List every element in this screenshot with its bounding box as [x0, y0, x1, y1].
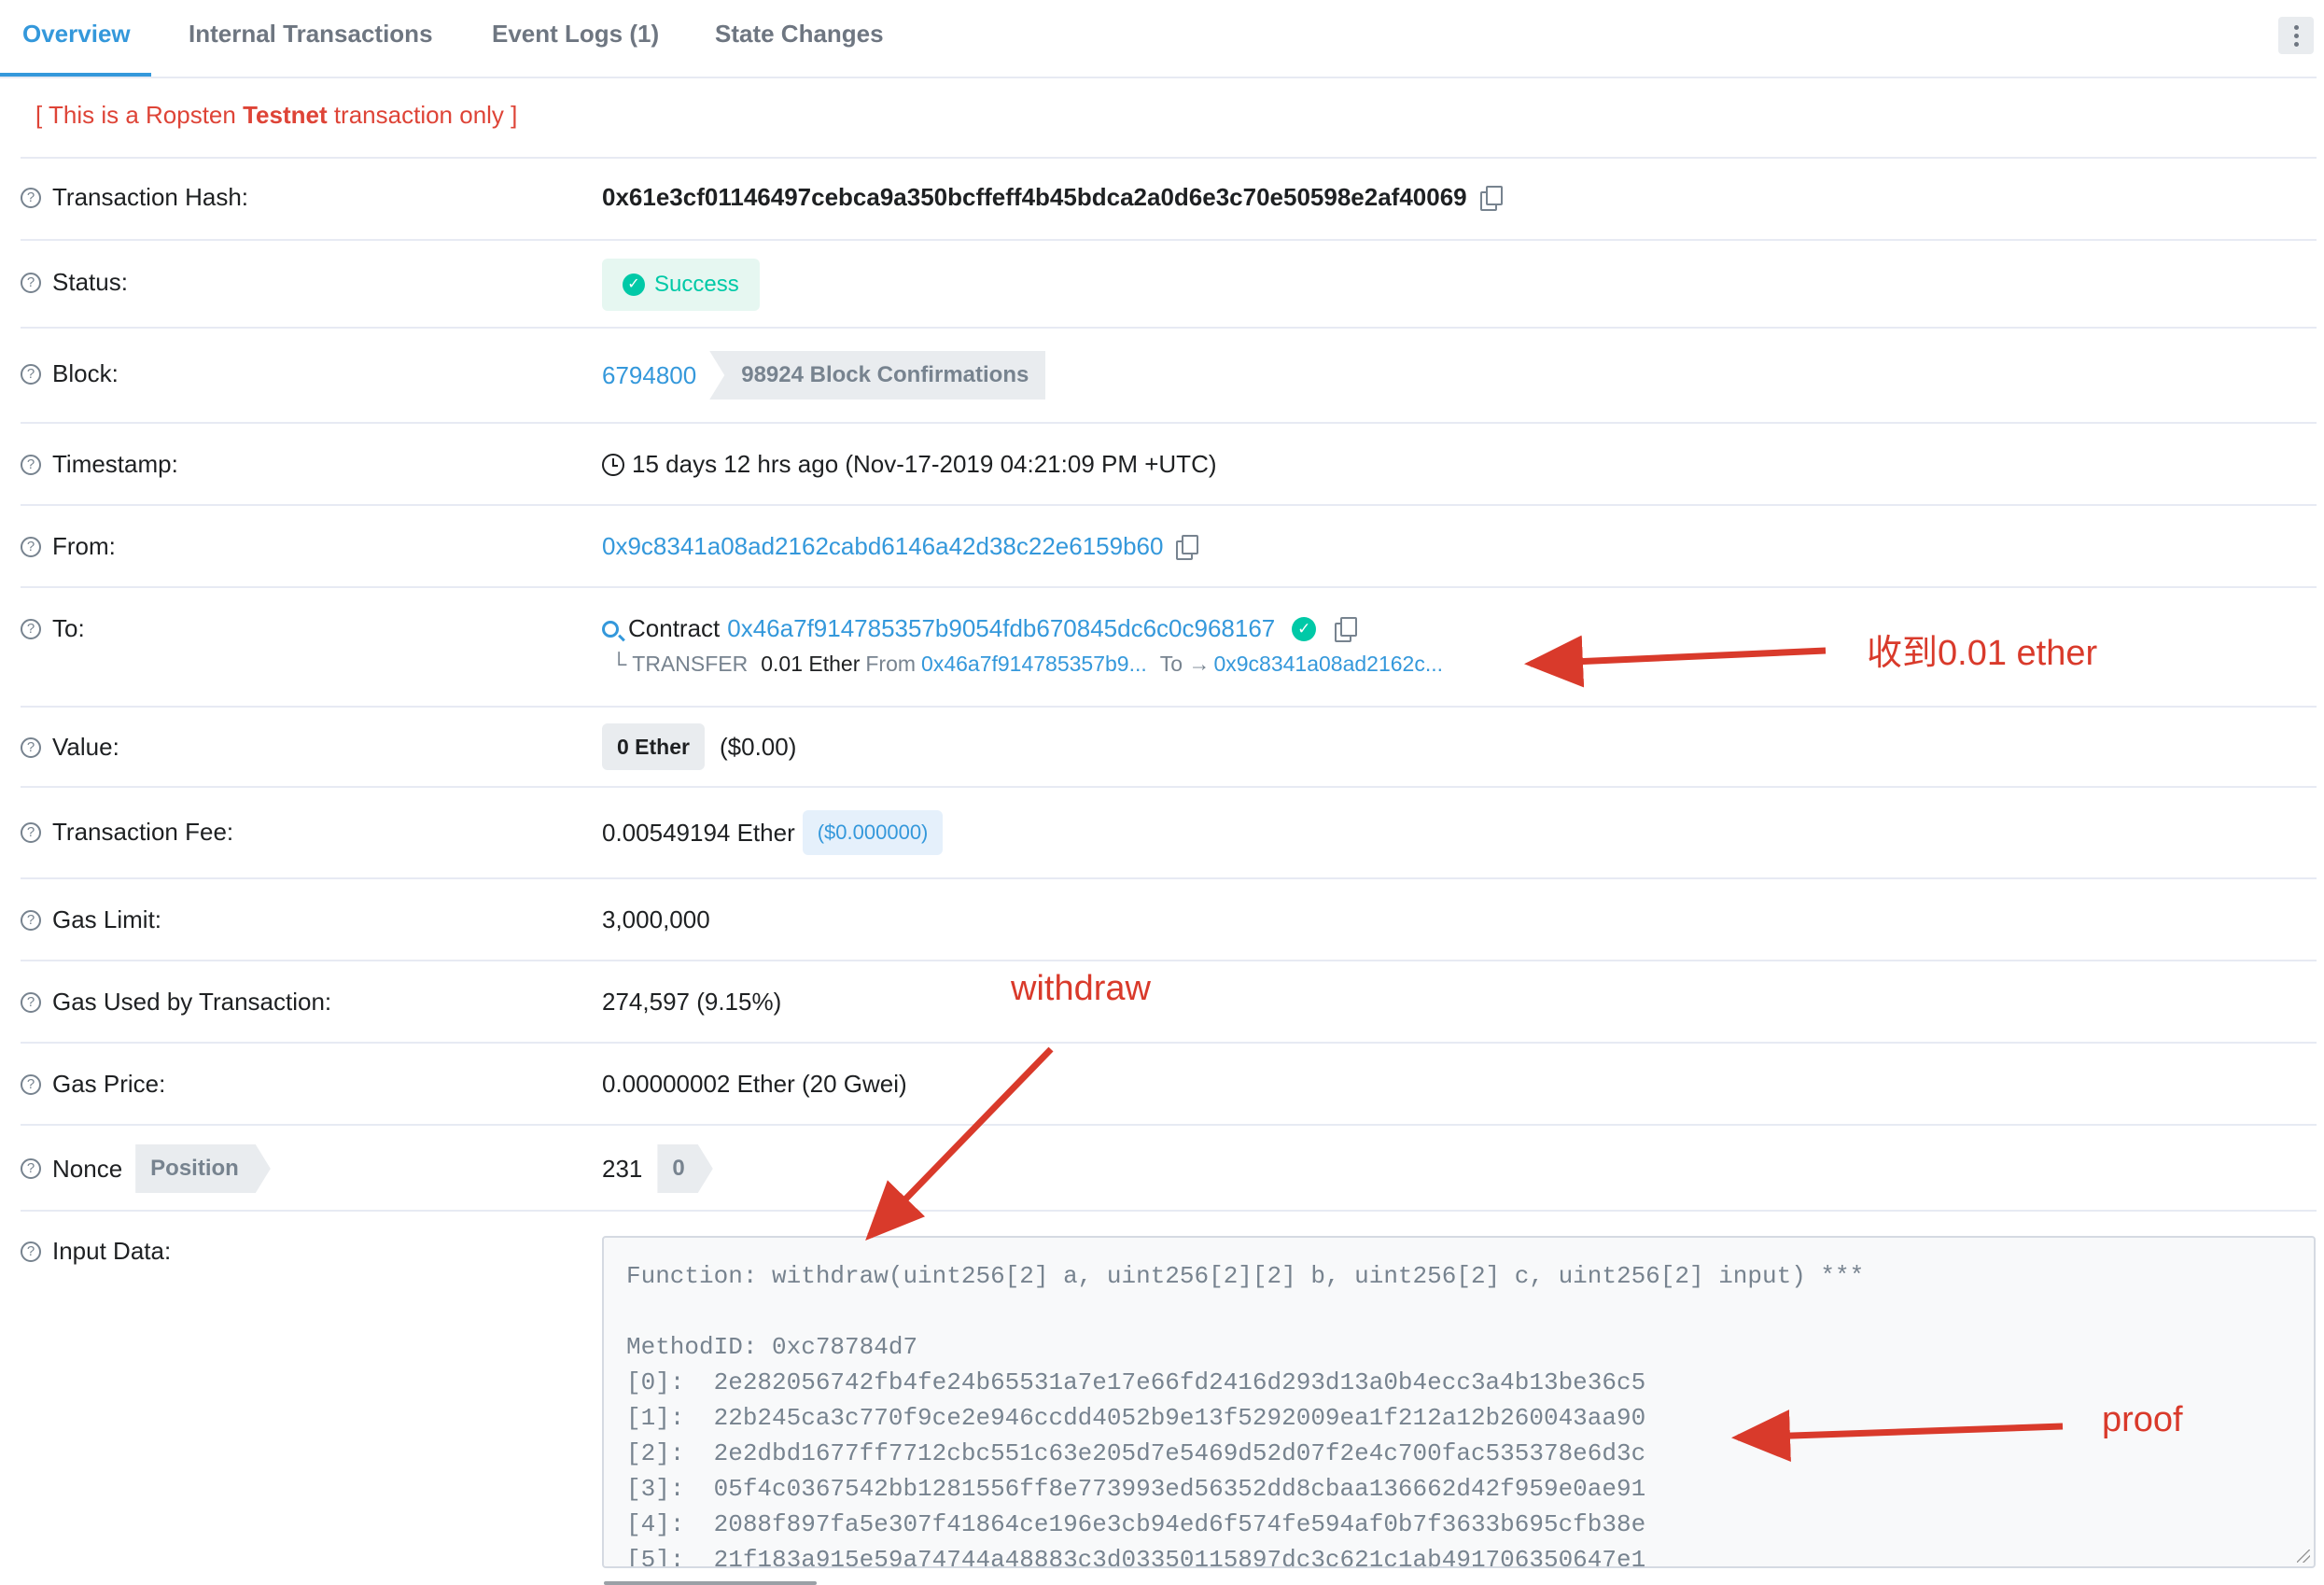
annotation-received: 收到0.01 ether	[1867, 634, 2098, 673]
annotation-arrow-proof	[1731, 1410, 2064, 1463]
annotation-arrows	[865, 635, 2064, 1463]
annotation-withdraw: withdraw	[1011, 969, 1151, 1008]
annotation-proof: proof	[2102, 1400, 2183, 1439]
annotation-arrow-received	[1524, 635, 1827, 688]
annotation-arrow-withdraw	[865, 1046, 1054, 1241]
